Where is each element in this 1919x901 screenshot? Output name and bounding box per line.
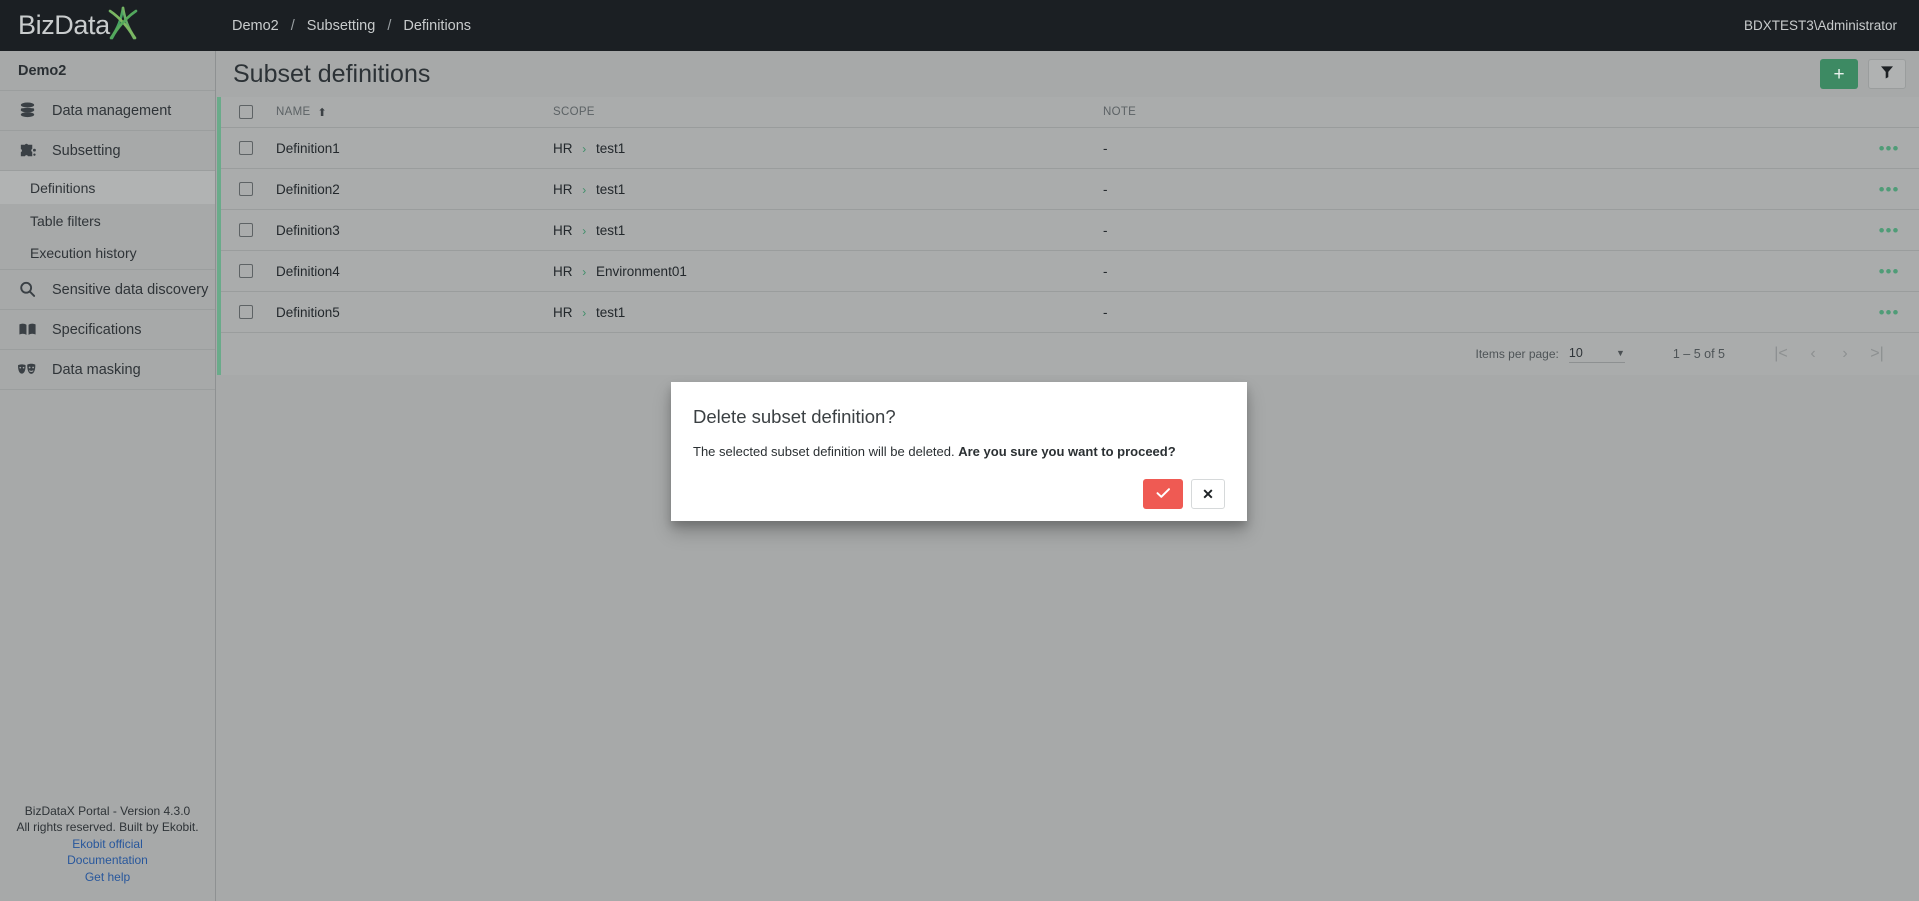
dialog-title: Delete subset definition? bbox=[693, 406, 896, 427]
delete-confirmation-dialog: Delete subset definition? The selected s… bbox=[671, 382, 1247, 521]
dialog-message: The selected subset definition will be d… bbox=[693, 443, 1225, 461]
dialog-actions: ✕ bbox=[693, 479, 1225, 509]
confirm-delete-button[interactable] bbox=[1143, 479, 1183, 509]
cancel-delete-button[interactable]: ✕ bbox=[1191, 479, 1225, 509]
check-icon bbox=[1156, 486, 1171, 502]
dialog-message-emphasis: Are you sure you want to proceed? bbox=[958, 444, 1176, 459]
dialog-message-text: The selected subset definition will be d… bbox=[693, 444, 955, 459]
close-icon: ✕ bbox=[1202, 485, 1214, 502]
